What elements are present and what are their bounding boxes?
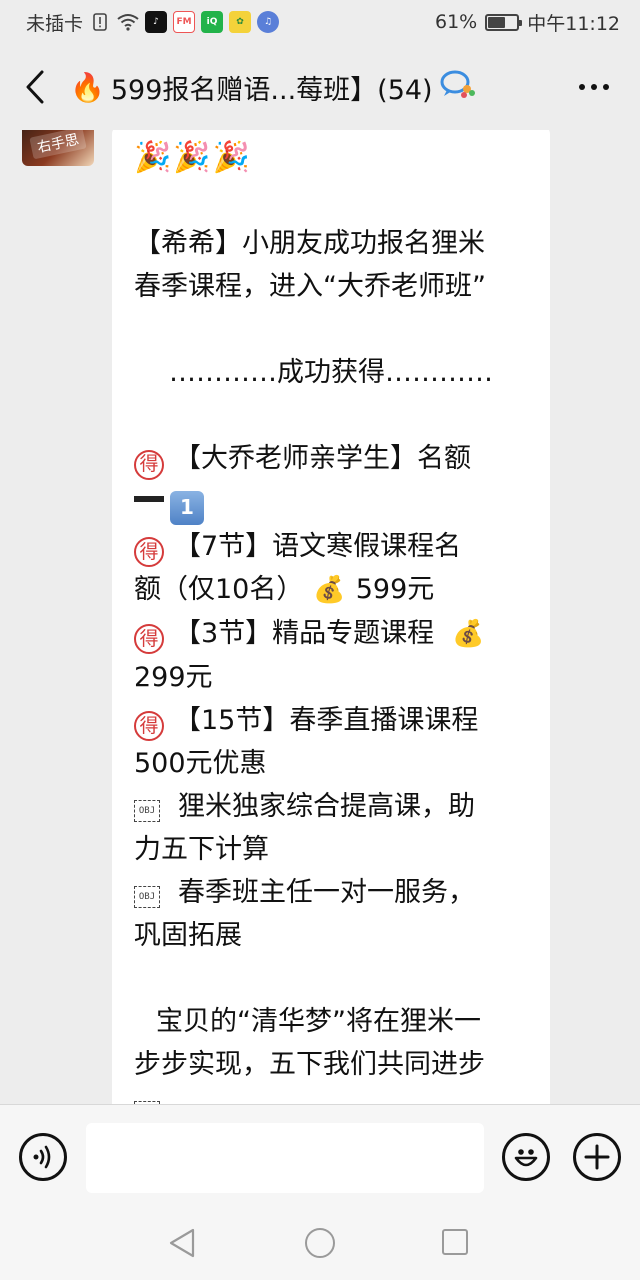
tiktok-app-icon: ♪ [145, 11, 168, 33]
nav-home-icon[interactable] [305, 1228, 335, 1258]
de-mark-icon: 得 [134, 449, 164, 480]
item-2: 得【7节】语文寒假课程名 [134, 525, 528, 568]
more-button[interactable] [574, 72, 614, 102]
item-3-text: 【3节】精品专题课程 [174, 617, 435, 649]
chat-area[interactable]: 右手思 🎉🎉🎉 【希希】小朋友成功报名狸米 春季课程，进入“大乔老师班” ………… [0, 130, 640, 1104]
item-2-text: 【7节】语文寒假课程名 [174, 530, 462, 562]
group-chat-icon [439, 69, 477, 106]
message-input[interactable] [86, 1123, 484, 1193]
more-dot [603, 84, 609, 90]
item-2-price: 599元 [355, 573, 435, 605]
item-3-price: 299元 [134, 661, 213, 693]
item-1-cont: 1 [134, 480, 528, 525]
item-6-text: 春季班主任一对一服务， [178, 876, 475, 908]
emoji-button[interactable] [502, 1133, 550, 1181]
item-2-text-b: 额（仅10名） [134, 573, 304, 605]
status-right: 61% 中午11:12 [435, 9, 620, 36]
iqiyi-app-icon: iQ [201, 11, 224, 33]
obj-placeholder-icon: OBJ [134, 886, 160, 908]
closing-line-1-text: 宝贝的“清华梦”将在狸米一 [156, 1005, 481, 1037]
item-4-text: 【15节】春季直播课课程 [174, 704, 479, 736]
nav-recent-icon[interactable] [442, 1229, 468, 1255]
message-bubble[interactable]: 🎉🎉🎉 【希希】小朋友成功报名狸米 春季课程，进入“大乔老师班” …………成功获… [112, 130, 550, 1104]
chat-title[interactable]: 🔥 599报名赠语...莓班】(54) [70, 68, 477, 107]
dash-icon [134, 496, 164, 502]
avatar-text: 右手思 [29, 130, 87, 160]
item-5-text: 狸米独家综合提高课，助 [178, 790, 475, 822]
item-4-cont: 500元优惠 [134, 747, 267, 779]
item-6-cont: 巩固拓展 [134, 919, 242, 951]
item-1-text: 【大乔老师亲学生】名额 [174, 443, 471, 474]
carrier-text: 未插卡 [26, 12, 84, 35]
fire-icon: 🔥 [70, 70, 105, 104]
input-bar [0, 1104, 640, 1208]
voice-button[interactable] [19, 1133, 67, 1181]
system-nav-bar [0, 1208, 640, 1280]
closing-line-1: 宝贝的“清华梦”将在狸米一 [134, 1000, 528, 1043]
nav-back-button[interactable] [168, 1228, 196, 1262]
plus-icon [584, 1144, 610, 1170]
item-4: 得【15节】春季直播课课程 [134, 699, 528, 742]
party-emoji-line: 🎉🎉🎉 [134, 140, 253, 175]
closing-line-2: 步步实现，五下我们共同进步 [134, 1048, 485, 1080]
nav-back-icon [169, 1228, 195, 1258]
item-1: 得【大乔老师亲学生】名额 [134, 437, 528, 480]
more-dot [579, 84, 585, 90]
back-button[interactable] [0, 44, 70, 130]
fm-app-icon: FM [173, 11, 196, 33]
clock: 中午11:12 [527, 12, 620, 35]
status-bar: 未插卡 ♪ FM iQ ✿ ♫ 61% 中午11:12 [0, 0, 640, 44]
music-app-icon: ♫ [257, 11, 280, 33]
item-6: OBJ 春季班主任一对一服务， [134, 871, 528, 914]
wifi-icon [117, 11, 139, 33]
obj-placeholder-icon: OBJ [134, 800, 160, 822]
de-mark-icon: 得 [134, 624, 164, 654]
money-bag-icon: 💰 [452, 618, 485, 649]
closing-obj-line: OBJ [134, 1086, 528, 1104]
battery-fill [488, 16, 506, 28]
item-5: OBJ 狸米独家综合提高课，助 [134, 785, 528, 828]
more-dot [591, 84, 597, 90]
de-mark-icon: 得 [134, 537, 164, 567]
status-left: 未插卡 ♪ FM iQ ✿ ♫ [26, 9, 280, 36]
intro-line-1: 【希希】小朋友成功报名狸米 [134, 228, 485, 259]
item-2-cont: 额（仅10名） 💰 599元 [134, 568, 528, 612]
intro-line-2: 春季课程，进入“大乔老师班” [134, 271, 486, 302]
battery-percent: 61% [435, 11, 478, 33]
sender-avatar[interactable]: 右手思 [22, 130, 94, 166]
battery-icon [485, 13, 523, 31]
plus-button[interactable] [573, 1133, 621, 1181]
obtain-line: …………成功获得………… [169, 357, 493, 388]
chat-header: 🔥 599报名赠语...莓班】(54) [0, 44, 640, 130]
sim-alert-icon [89, 11, 111, 33]
item-5-cont: 力五下计算 [134, 833, 269, 865]
de-mark-icon: 得 [134, 711, 164, 741]
voice-icon [33, 1145, 51, 1169]
app-icon: ✿ [229, 11, 252, 33]
chat-title-text: 599报名赠语...莓班】(54) [110, 74, 433, 106]
keycap-one-icon: 1 [170, 490, 204, 525]
emoji-icon [514, 1149, 538, 1167]
money-bag-icon: 💰 [313, 574, 346, 605]
item-3: 得【3节】精品专题课程 💰 [134, 612, 528, 656]
chevron-left-icon [26, 70, 44, 104]
